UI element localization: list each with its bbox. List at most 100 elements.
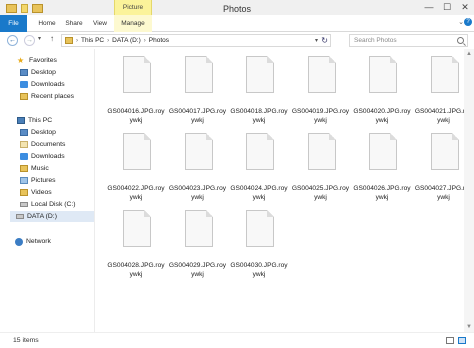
file-item[interactable]: GS004025.JPG.royywkj	[291, 126, 351, 204]
desktop-icon	[20, 69, 28, 76]
nav-music[interactable]: Music	[20, 163, 49, 174]
file-name: GS004020.JPG.royywkj	[353, 108, 411, 124]
blank-file-icon	[123, 133, 151, 170]
computer-icon	[17, 117, 25, 124]
blank-file-icon	[123, 56, 151, 93]
blank-file-icon	[430, 133, 459, 170]
nav-label: Videos	[31, 189, 52, 196]
file-item[interactable]: GS004022.JPG.royywkj	[106, 126, 166, 204]
file-item[interactable]: GS004024.JPG.royywkj	[229, 126, 289, 204]
nav-videos[interactable]: Videos	[20, 187, 52, 198]
refresh-icon[interactable]: ↻	[321, 35, 328, 46]
file-item[interactable]: GS004026.JPG.royywkj	[352, 126, 412, 204]
tab-share[interactable]: Share	[62, 15, 86, 32]
star-icon: ★	[17, 56, 25, 65]
scroll-down-icon[interactable]: ▼	[466, 324, 472, 330]
file-name: GS004029.JPG.royywkj	[168, 262, 227, 278]
nav-label: DATA (D:)	[27, 213, 57, 220]
address-bar[interactable]: › This PC › DATA (D:) › Photos ▾ ↻	[61, 34, 331, 47]
file-item[interactable]: GS004017.JPG.royywkj	[168, 49, 228, 127]
blank-file-icon	[184, 56, 213, 93]
nav-label: Favorites	[29, 57, 57, 64]
file-item[interactable]: GS004018.JPG.royywkj	[229, 49, 289, 127]
nav-label: Recent places	[31, 93, 75, 100]
crumb-photos[interactable]: Photos	[149, 36, 169, 46]
file-item[interactable]: GS004028.JPG.royywkj	[106, 203, 166, 281]
nav-favorites[interactable]: ★ Favorites	[17, 55, 57, 66]
blank-file-icon	[246, 210, 274, 247]
documents-icon	[20, 141, 28, 148]
blank-file-icon	[184, 210, 213, 247]
nav-label: Downloads	[31, 153, 65, 160]
file-item[interactable]: GS004029.JPG.royywkj	[168, 203, 228, 281]
file-name: GS004025.JPG.royywkj	[291, 185, 350, 201]
file-item[interactable]: GS004016.JPG.royywkj	[106, 49, 166, 127]
forward-button[interactable]: →	[24, 35, 35, 46]
network-icon	[15, 237, 23, 246]
search-box[interactable]: Search Photos	[349, 34, 468, 47]
breadcrumb-separator: ›	[143, 38, 146, 44]
address-dropdown-icon[interactable]: ▾	[315, 36, 318, 46]
file-item[interactable]: GS004019.JPG.royywkj	[291, 49, 351, 127]
nav-label: Desktop	[31, 129, 56, 136]
recent-places-icon	[20, 93, 28, 100]
file-item[interactable]: GS004023.JPG.royywkj	[168, 126, 228, 204]
blank-file-icon	[184, 133, 213, 170]
nav-label: Pictures	[31, 177, 56, 184]
disk-drive-icon	[20, 202, 28, 207]
file-name: GS004024.JPG.royywkj	[230, 185, 288, 201]
minimize-button[interactable]: —	[420, 0, 438, 16]
crumb-data-drive[interactable]: DATA (D:)	[112, 36, 141, 46]
nav-downloads[interactable]: Downloads	[20, 79, 65, 90]
nav-desktop[interactable]: Desktop	[20, 67, 56, 78]
file-name: GS004030.JPG.royywkj	[230, 262, 288, 278]
blank-file-icon	[307, 133, 336, 170]
navigation-bar: ← → ▾ ↑ › This PC › DATA (D:) › Photos ▾…	[0, 32, 474, 49]
desktop-icon	[20, 129, 28, 136]
pictures-icon	[20, 177, 28, 184]
tab-view[interactable]: View	[90, 15, 110, 32]
crumb-this-pc[interactable]: This PC	[81, 36, 104, 46]
blank-file-icon	[246, 133, 274, 170]
nav-label: Desktop	[31, 69, 56, 76]
videos-icon	[20, 189, 28, 196]
blank-file-icon	[369, 133, 397, 170]
up-button[interactable]: ↑	[50, 34, 54, 43]
recent-locations-icon[interactable]: ▾	[38, 35, 41, 42]
nav-label: Local Disk (C:)	[31, 201, 76, 208]
details-view-icon[interactable]	[446, 337, 454, 344]
tab-manage[interactable]: Manage	[114, 15, 152, 32]
nav-data-drive[interactable]: DATA (D:)	[10, 211, 94, 222]
search-icon[interactable]	[457, 37, 464, 44]
window-controls: — ☐ ✕	[420, 0, 474, 16]
nav-pictures[interactable]: Pictures	[20, 175, 56, 186]
file-name: GS004017.JPG.royywkj	[168, 108, 227, 124]
file-item[interactable]: GS004030.JPG.royywkj	[229, 203, 289, 281]
tab-home[interactable]: Home	[36, 15, 58, 32]
help-icon[interactable]: ?	[464, 18, 472, 26]
nav-recent-places[interactable]: Recent places	[20, 91, 74, 102]
search-input[interactable]: Search Photos	[354, 37, 397, 44]
breadcrumb-separator: ›	[107, 38, 110, 44]
file-name: GS004019.JPG.royywkj	[291, 108, 350, 124]
close-button[interactable]: ✕	[456, 0, 474, 16]
vertical-scrollbar[interactable]: ▲ ▼	[464, 49, 474, 332]
folder-icon	[65, 37, 73, 44]
maximize-button[interactable]: ☐	[438, 0, 456, 16]
nav-pc-downloads[interactable]: Downloads	[20, 151, 65, 162]
nav-this-pc[interactable]: This PC	[17, 115, 52, 126]
navigation-pane: ★ Favorites Desktop Downloads Recent pla…	[0, 49, 95, 332]
file-item[interactable]: GS004020.JPG.royywkj	[352, 49, 412, 127]
nav-label: This PC	[28, 117, 53, 124]
scroll-up-icon[interactable]: ▲	[466, 51, 472, 57]
file-name: GS004016.JPG.royywkj	[107, 108, 165, 124]
tab-file[interactable]: File	[0, 15, 27, 32]
nav-local-disk[interactable]: Local Disk (C:)	[20, 199, 76, 210]
large-icons-view-icon[interactable]	[458, 337, 466, 344]
back-button[interactable]: ←	[7, 35, 18, 46]
nav-documents[interactable]: Documents	[20, 139, 65, 150]
status-bar: 15 items	[0, 332, 474, 348]
nav-network[interactable]: Network	[15, 236, 51, 247]
nav-pc-desktop[interactable]: Desktop	[20, 127, 56, 138]
blank-file-icon	[307, 56, 336, 93]
